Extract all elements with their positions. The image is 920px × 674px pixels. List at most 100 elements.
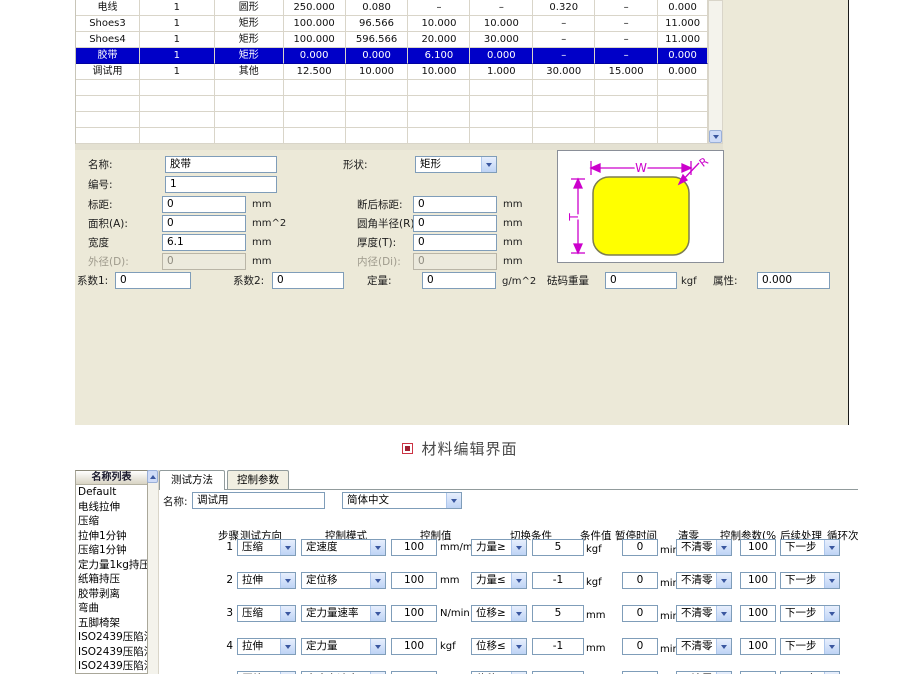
chevron-down-icon[interactable] — [280, 606, 295, 621]
post-process-select[interactable]: 下一步 — [780, 539, 840, 556]
list-item[interactable]: 定力量1kg持压 — [76, 558, 147, 573]
break-gauge-field[interactable]: 0 — [413, 196, 497, 213]
control-mode-select[interactable]: 定位移 — [301, 572, 386, 589]
control-mode-select[interactable]: 定力量 — [301, 638, 386, 655]
control-param-field[interactable]: 100 — [740, 539, 776, 556]
pause-time-field[interactable]: 0 — [622, 605, 658, 622]
table-vertical-scrollbar[interactable] — [708, 0, 723, 144]
chevron-down-icon[interactable] — [370, 540, 385, 555]
id-field[interactable]: 1 — [165, 176, 277, 193]
chevron-down-icon[interactable] — [370, 573, 385, 588]
chevron-down-icon[interactable] — [446, 493, 461, 508]
thickness-field[interactable]: 0 — [413, 234, 497, 251]
list-item[interactable]: 拉伸1分钟 — [76, 529, 147, 544]
pause-time-field[interactable]: 0 — [622, 572, 658, 589]
list-item[interactable]: 压缩1分钟 — [76, 543, 147, 558]
list-item[interactable]: 弯曲 — [76, 601, 147, 616]
condition-select[interactable]: 位移≥ — [471, 605, 527, 622]
table-row[interactable] — [76, 128, 708, 144]
chevron-down-icon[interactable] — [824, 639, 839, 654]
coef1-field[interactable]: 0 — [115, 272, 191, 289]
table-row[interactable] — [76, 112, 708, 128]
tab-control-params[interactable]: 控制参数 — [227, 470, 289, 489]
list-item[interactable]: 电线拉伸 — [76, 500, 147, 515]
method-name-field[interactable]: 调试用 — [192, 492, 325, 509]
condition-select[interactable]: 力量≥ — [471, 539, 527, 556]
direction-select[interactable]: 压缩 — [237, 539, 296, 556]
coef2-field[interactable]: 0 — [272, 272, 344, 289]
post-process-select[interactable]: 下一步 — [780, 572, 840, 589]
direction-select[interactable]: 拉伸 — [237, 638, 296, 655]
list-item[interactable]: 压缩 — [76, 514, 147, 529]
list-item[interactable]: 五脚椅架 — [76, 616, 147, 631]
list-item[interactable]: ISO2439压陷法 — [76, 630, 147, 645]
attr-field[interactable]: 0.000 — [757, 272, 830, 289]
chevron-down-icon[interactable] — [511, 606, 526, 621]
control-param-field[interactable]: 100 — [740, 572, 776, 589]
chevron-down-icon[interactable] — [511, 639, 526, 654]
area-field[interactable]: 0 — [162, 215, 246, 232]
direction-select[interactable]: 压缩 — [237, 605, 296, 622]
control-param-field[interactable]: 100 — [740, 605, 776, 622]
chevron-down-icon[interactable] — [280, 540, 295, 555]
list-item[interactable]: ISO2439压陷法 — [76, 645, 147, 660]
grammage-field[interactable]: 0 — [422, 272, 496, 289]
chevron-down-icon[interactable] — [824, 606, 839, 621]
post-process-select[interactable]: 下一步 — [780, 605, 840, 622]
chevron-down-icon[interactable] — [370, 639, 385, 654]
zero-select[interactable]: 不清零 — [676, 638, 732, 655]
chevron-down-icon[interactable] — [481, 157, 496, 172]
chevron-down-icon[interactable] — [280, 639, 295, 654]
chevron-down-icon[interactable] — [716, 639, 731, 654]
gauge-field[interactable]: 0 — [162, 196, 246, 213]
name-field[interactable]: 胶带 — [165, 156, 277, 173]
chevron-down-icon[interactable] — [716, 606, 731, 621]
sidebar-scrollbar[interactable] — [148, 470, 159, 674]
list-item[interactable]: Default — [76, 485, 147, 500]
chevron-down-icon[interactable] — [511, 540, 526, 555]
zero-select[interactable]: 不清零 — [676, 572, 732, 589]
name-list-header[interactable]: 名称列表 — [76, 471, 147, 485]
table-row[interactable]: Shoes4 1 矩形 100.000 596.566 20.000 30.00… — [76, 32, 708, 48]
chevron-down-icon[interactable] — [716, 573, 731, 588]
chevron-down-icon[interactable] — [370, 606, 385, 621]
table-row[interactable] — [76, 96, 708, 112]
control-value-field[interactable]: 100 — [391, 638, 437, 655]
condition-select[interactable]: 位移≤ — [471, 638, 527, 655]
table-row[interactable]: Shoes3 1 矩形 100.000 96.566 10.000 10.000… — [76, 16, 708, 32]
scroll-up-button[interactable] — [147, 470, 158, 483]
language-select[interactable]: 简体中文 — [342, 492, 462, 509]
shape-select[interactable]: 矩形 — [415, 156, 497, 173]
list-item[interactable]: 胶带剥离 — [76, 587, 147, 602]
condition-select[interactable]: 力量≤ — [471, 572, 527, 589]
table-row[interactable]: 电线 1 圆形 250.000 0.080 – – 0.320 – 0.000 — [76, 0, 708, 16]
zero-select[interactable]: 不清零 — [676, 539, 732, 556]
table-row[interactable] — [76, 80, 708, 96]
chevron-down-icon[interactable] — [716, 540, 731, 555]
chevron-down-icon[interactable] — [511, 573, 526, 588]
chevron-down-icon[interactable] — [824, 540, 839, 555]
width-field[interactable]: 6.1 — [162, 234, 246, 251]
control-value-field[interactable]: 100 — [391, 605, 437, 622]
tab-test-method[interactable]: 测试方法 — [159, 470, 225, 490]
condition-value-field[interactable]: -1 — [532, 638, 584, 655]
chevron-down-icon[interactable] — [280, 573, 295, 588]
condition-value-field[interactable]: 5 — [532, 605, 584, 622]
radius-field[interactable]: 0 — [413, 215, 497, 232]
control-value-field[interactable]: 100 — [391, 572, 437, 589]
control-mode-select[interactable]: 定力量速率 — [301, 605, 386, 622]
control-mode-select[interactable]: 定速度 — [301, 539, 386, 556]
pause-time-field[interactable]: 0 — [622, 638, 658, 655]
post-process-select[interactable]: 下一步 — [780, 638, 840, 655]
scroll-down-button[interactable] — [709, 130, 722, 143]
control-param-field[interactable]: 100 — [740, 638, 776, 655]
table-row[interactable]: 调试用 1 其他 12.500 10.000 10.000 1.000 30.0… — [76, 64, 708, 80]
weight-field[interactable]: 0 — [605, 272, 677, 289]
list-item[interactable]: 纸箱持压 — [76, 572, 147, 587]
list-item[interactable]: ISO2439压陷法 — [76, 659, 147, 674]
table-row[interactable]: 胶带 1 矩形 0.000 0.000 6.100 0.000 – – 0.00… — [76, 48, 708, 64]
direction-select[interactable]: 拉伸 — [237, 572, 296, 589]
condition-value-field[interactable]: 5 — [532, 539, 584, 556]
control-value-field[interactable]: 100 — [391, 539, 437, 556]
chevron-down-icon[interactable] — [824, 573, 839, 588]
